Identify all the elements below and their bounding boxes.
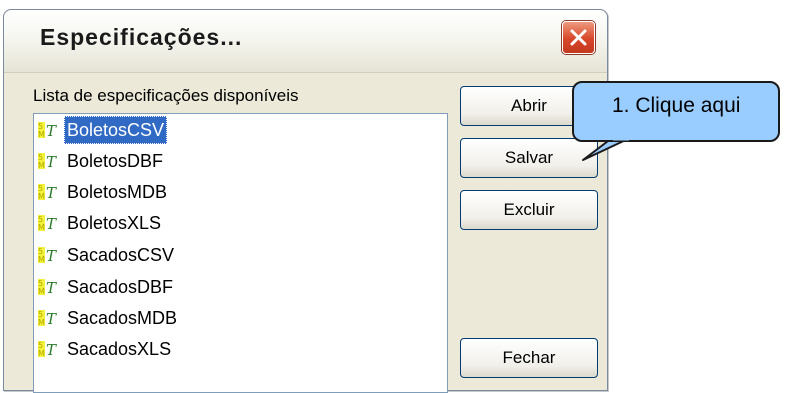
spec-icon: 5 M T (38, 341, 57, 359)
title-bar: Especificações... (4, 10, 607, 73)
specifications-listbox[interactable]: 5 M T BoletosCSV 5 M T BoletosDBF 5 M T … (33, 113, 448, 393)
list-item-label: BoletosXLS (67, 213, 162, 233)
close-dialog-button[interactable]: Fechar (460, 338, 598, 378)
svg-text:T: T (46, 341, 57, 359)
dialog-title: Especificações... (40, 24, 243, 50)
svg-text:T: T (46, 279, 57, 297)
annotation-callout: 1. Clique aqui (572, 81, 780, 142)
list-item-label: SacadosCSV (67, 245, 175, 265)
spec-icon: 5 M T (38, 184, 57, 202)
spec-icon: 5 M T (38, 310, 57, 328)
spec-icon: 5 M T (38, 279, 57, 297)
spec-icon: 5 M T (38, 247, 57, 265)
list-item-label: SacadosDBF (67, 277, 174, 297)
list-item-boletosdbf[interactable]: 5 M T BoletosDBF (36, 147, 432, 175)
svg-text:T: T (46, 247, 57, 265)
spec-icon: 5 M T (38, 122, 57, 140)
svg-text:T: T (46, 153, 57, 171)
list-item-boletoscsv[interactable]: 5 M T BoletosCSV (36, 116, 432, 144)
svg-text:T: T (46, 122, 57, 140)
list-item-sacadosdbf[interactable]: 5 M T SacadosDBF (36, 273, 432, 301)
callout-text: 1. Clique aqui (612, 94, 741, 117)
list-item-label: BoletosCSV (64, 116, 168, 144)
list-item-sacadosmdb[interactable]: 5 M T SacadosMDB (36, 304, 432, 332)
delete-button[interactable]: Excluir (460, 190, 598, 230)
list-item-label: SacadosXLS (67, 339, 172, 359)
svg-text:T: T (46, 310, 57, 328)
especificacoes-dialog: Especificações... Lista de especificaçõe… (3, 9, 608, 393)
svg-text:M: M (38, 318, 45, 327)
svg-text:M: M (38, 161, 45, 170)
save-button[interactable]: Salvar (460, 138, 598, 178)
svg-text:M: M (38, 287, 45, 296)
svg-text:M: M (38, 130, 45, 139)
list-item-boletosmdb[interactable]: 5 M T BoletosMDB (36, 178, 432, 206)
close-button[interactable] (562, 21, 595, 54)
close-icon (570, 29, 587, 46)
svg-text:M: M (38, 223, 45, 232)
list-label: Lista de especificações disponíveis (33, 86, 299, 105)
spec-icon: 5 M T (38, 215, 57, 233)
svg-text:M: M (38, 255, 45, 264)
svg-text:M: M (38, 192, 45, 201)
spec-icon: 5 M T (38, 153, 57, 171)
list-item-label: BoletosDBF (67, 151, 164, 171)
list-item-sacadoscsv[interactable]: 5 M T SacadosCSV (36, 241, 432, 269)
list-item-sacadosxls[interactable]: 5 M T SacadosXLS (36, 335, 432, 363)
list-item-label: SacadosMDB (67, 308, 178, 328)
svg-text:T: T (46, 184, 57, 202)
list-item-label: BoletosMDB (67, 182, 168, 202)
list-item-boletosxls[interactable]: 5 M T BoletosXLS (36, 209, 432, 237)
svg-text:M: M (38, 349, 45, 358)
svg-text:T: T (46, 215, 57, 233)
